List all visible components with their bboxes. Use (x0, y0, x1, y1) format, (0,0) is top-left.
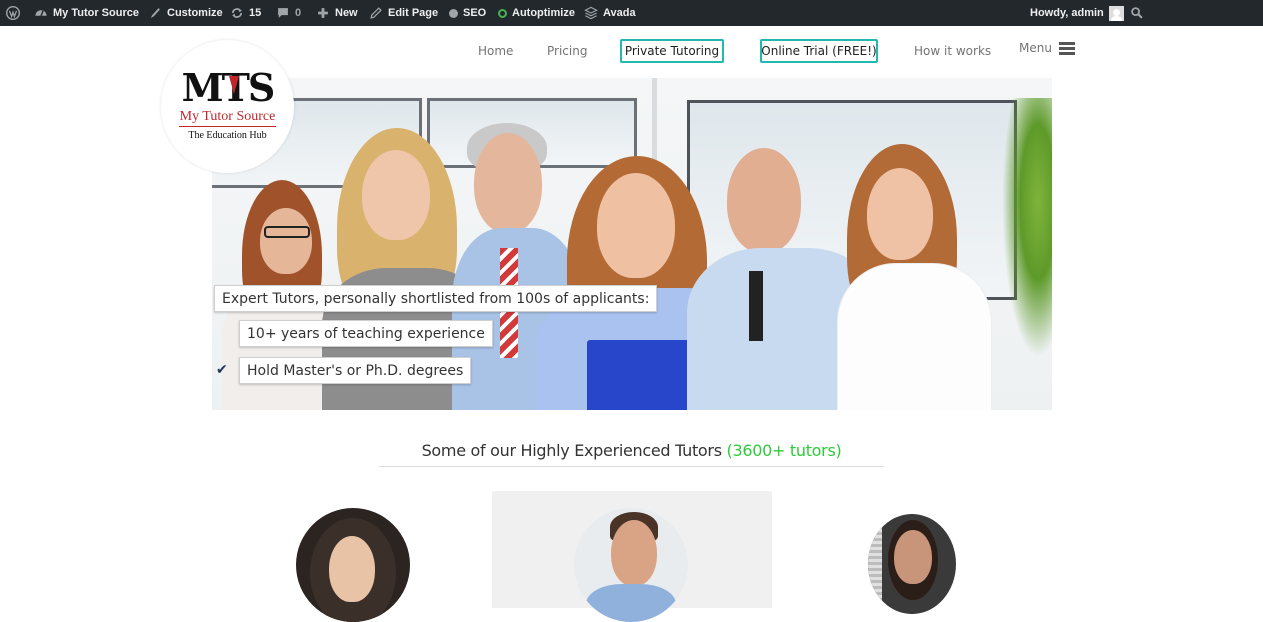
tutors-section-title: Some of our Highly Experienced Tutors (3… (379, 441, 884, 460)
pencil-icon (369, 6, 383, 20)
new-label: New (335, 7, 358, 19)
plus-icon (316, 6, 330, 20)
admin-avatar (1108, 5, 1124, 21)
edit-page-label: Edit Page (388, 7, 439, 19)
greeting-label: Howdy, admin (1030, 7, 1104, 19)
admin-bar-customize[interactable]: Customize (148, 0, 223, 26)
section-divider (379, 466, 884, 467)
hamburger-icon (1058, 42, 1075, 55)
tutors-heading: Some of our Highly Experienced Tutors (421, 441, 722, 460)
seo-label: SEO (463, 7, 487, 19)
comments-count: 0 (295, 7, 302, 19)
wp-admin-bar: My Tutor Source Customize 15 0 New Edit … (0, 0, 1263, 26)
seo-status-icon (449, 8, 458, 18)
search-icon (1130, 6, 1144, 20)
autoptimize-status-icon (498, 8, 507, 18)
customize-label: Customize (167, 7, 223, 19)
dashboard-icon (34, 6, 48, 20)
tutors-count: (3600+ tutors) (726, 441, 842, 460)
logo-divider (179, 126, 276, 127)
nav-menu-toggle[interactable]: Menu (1019, 37, 1075, 59)
hero-headline: Expert Tutors, personally shortlisted fr… (214, 285, 658, 312)
hero-bullet-experience: 10+ years of teaching experience (239, 320, 493, 347)
autoptimize-label: Autoptimize (512, 7, 575, 19)
brush-icon (148, 6, 162, 20)
logo-monogram: MTS (181, 65, 276, 110)
admin-bar-search[interactable] (1130, 0, 1144, 26)
wordpress-logo-icon[interactable] (6, 0, 20, 26)
site-name-label: My Tutor Source (53, 7, 139, 19)
admin-bar-avada[interactable]: Avada (584, 0, 636, 26)
tutor-avatar[interactable] (868, 514, 956, 614)
admin-bar-new[interactable]: New (316, 0, 358, 26)
menu-label: Menu (1019, 41, 1052, 55)
nav-home[interactable]: Home (478, 40, 513, 62)
admin-bar-seo[interactable]: SEO (449, 0, 486, 26)
admin-bar-autoptimize[interactable]: Autoptimize (498, 0, 575, 26)
updates-count: 15 (249, 7, 262, 19)
admin-bar-account[interactable]: Howdy, admin (1030, 0, 1124, 26)
admin-bar-updates[interactable]: 15 (230, 0, 261, 26)
checkmark-icon: ✔ (216, 362, 228, 378)
nav-online-trial-button[interactable]: Online Trial (FREE!) (760, 39, 878, 63)
plant (1002, 98, 1052, 358)
nav-private-tutoring-button[interactable]: Private Tutoring (620, 39, 724, 63)
admin-bar-comments[interactable]: 0 (276, 0, 301, 26)
logo-name: My Tutor Source (179, 109, 276, 124)
tutor-avatar[interactable] (296, 508, 410, 622)
updates-icon (230, 6, 244, 20)
admin-bar-edit-page[interactable]: Edit Page (369, 0, 438, 26)
avada-layers-icon (584, 6, 598, 20)
hero-bullet-degrees: Hold Master's or Ph.D. degrees (239, 357, 472, 384)
admin-bar-site-name[interactable]: My Tutor Source (34, 0, 139, 26)
nav-pricing[interactable]: Pricing (547, 40, 587, 62)
avada-label: Avada (603, 7, 636, 19)
nav-how-it-works[interactable]: How it works (914, 40, 991, 62)
logo-tagline: The Education Hub (188, 130, 267, 141)
tutor-avatar[interactable] (574, 508, 688, 622)
pen-nib-icon (229, 76, 239, 94)
comment-icon (276, 6, 290, 20)
site-logo[interactable]: MTS My Tutor Source The Education Hub (161, 40, 294, 173)
